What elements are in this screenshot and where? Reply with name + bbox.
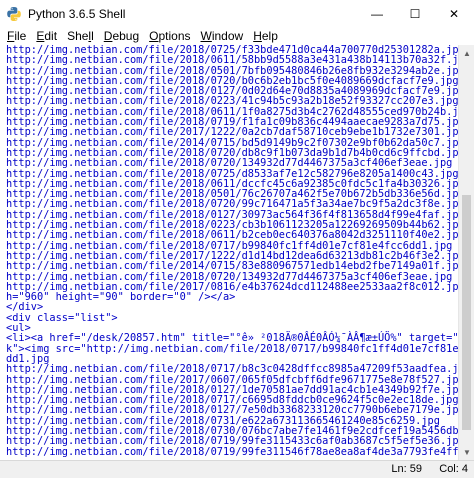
status-bar: Ln: 59 Col: 4	[0, 460, 474, 478]
output-line: http://img.netbian.com/file/2018/0717/b8…	[6, 363, 458, 376]
line-number-indicator: Ln: 59	[391, 463, 422, 475]
title-bar: Python 3.6.5 Shell — ☐ ✕	[0, 0, 474, 27]
python-logo-icon	[7, 6, 21, 21]
close-button[interactable]: ✕	[434, 0, 474, 27]
scroll-up-arrow-icon[interactable]: ▲	[459, 45, 474, 61]
output-line: <div class="list">	[6, 311, 118, 324]
output-line: k"><img src="http://img.netbian.com/file…	[6, 342, 458, 355]
output-line: http://img.netbian.com/file/2014/0715/83…	[6, 260, 458, 273]
maximize-button[interactable]: ☐	[396, 0, 434, 27]
maximize-icon: ☐	[409, 6, 421, 21]
menu-help[interactable]: Help	[248, 29, 283, 43]
shell-output-area[interactable]: http://img.netbian.com/file/2018/0725/f3…	[0, 45, 458, 460]
menu-options[interactable]: Options	[144, 29, 195, 43]
output-line: h="960" height="90" border="0" /></a>	[6, 291, 236, 304]
close-icon: ✕	[448, 6, 460, 21]
menu-edit[interactable]: Edit	[31, 29, 62, 43]
minimize-button[interactable]: —	[358, 0, 396, 27]
minimize-icon: —	[371, 6, 383, 21]
output-line: http://img.netbian.com/file/2018/0719/99…	[6, 445, 458, 458]
menu-shell[interactable]: Shell	[62, 29, 99, 43]
menu-file[interactable]: File	[2, 29, 31, 43]
column-number-indicator: Col: 4	[439, 463, 468, 475]
menu-bar: File Edit Shell Debug Options Window Hel…	[0, 27, 474, 45]
vertical-scrollbar[interactable]: ▲ ▼	[458, 45, 474, 460]
menu-debug[interactable]: Debug	[99, 29, 144, 43]
window-title: Python 3.6.5 Shell	[28, 6, 126, 21]
scrollbar-thumb[interactable]	[462, 195, 471, 430]
menu-window[interactable]: Window	[196, 29, 249, 43]
scroll-down-arrow-icon[interactable]: ▼	[459, 444, 474, 460]
